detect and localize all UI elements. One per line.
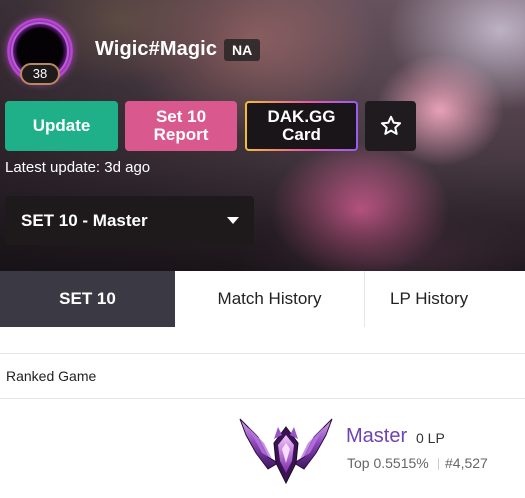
tier-lp: 0 LP: [416, 430, 445, 446]
section-divider: [0, 353, 525, 354]
tab-set-10[interactable]: SET 10: [0, 271, 175, 327]
latest-update-text: Latest update: 3d ago: [5, 159, 151, 176]
update-button[interactable]: Update: [5, 101, 118, 151]
caret-down-icon: [227, 217, 239, 224]
favorite-button[interactable]: [365, 101, 416, 151]
tab-lp-history[interactable]: LP History: [365, 271, 525, 327]
ranked-section-title: Ranked Game: [6, 368, 97, 384]
profile-banner: 38 Wigic#Magic NA Update Set 10 Report D…: [0, 0, 525, 271]
dakgg-card-button[interactable]: DAK.GG Card: [245, 101, 358, 151]
tab-match-history[interactable]: Match History: [175, 271, 365, 327]
master-emblem-icon: [239, 418, 333, 485]
tier-name: Master: [346, 425, 408, 447]
set-report-button[interactable]: Set 10 Report: [125, 101, 237, 151]
region-badge: NA: [224, 39, 261, 61]
summoner-name: Wigic#Magic: [95, 38, 218, 60]
top-percent: Top 0.5515%: [347, 455, 429, 471]
star-icon: [380, 115, 401, 135]
level-badge: 38: [20, 63, 60, 85]
season-select[interactable]: SET 10 - Master: [5, 196, 254, 245]
profile-tabs: SET 10 Match History LP History: [0, 271, 525, 327]
stat-separator: [438, 458, 439, 470]
section-divider: [0, 398, 525, 399]
season-select-value: SET 10 - Master: [21, 211, 148, 230]
ladder-rank: #4,527: [445, 455, 488, 471]
